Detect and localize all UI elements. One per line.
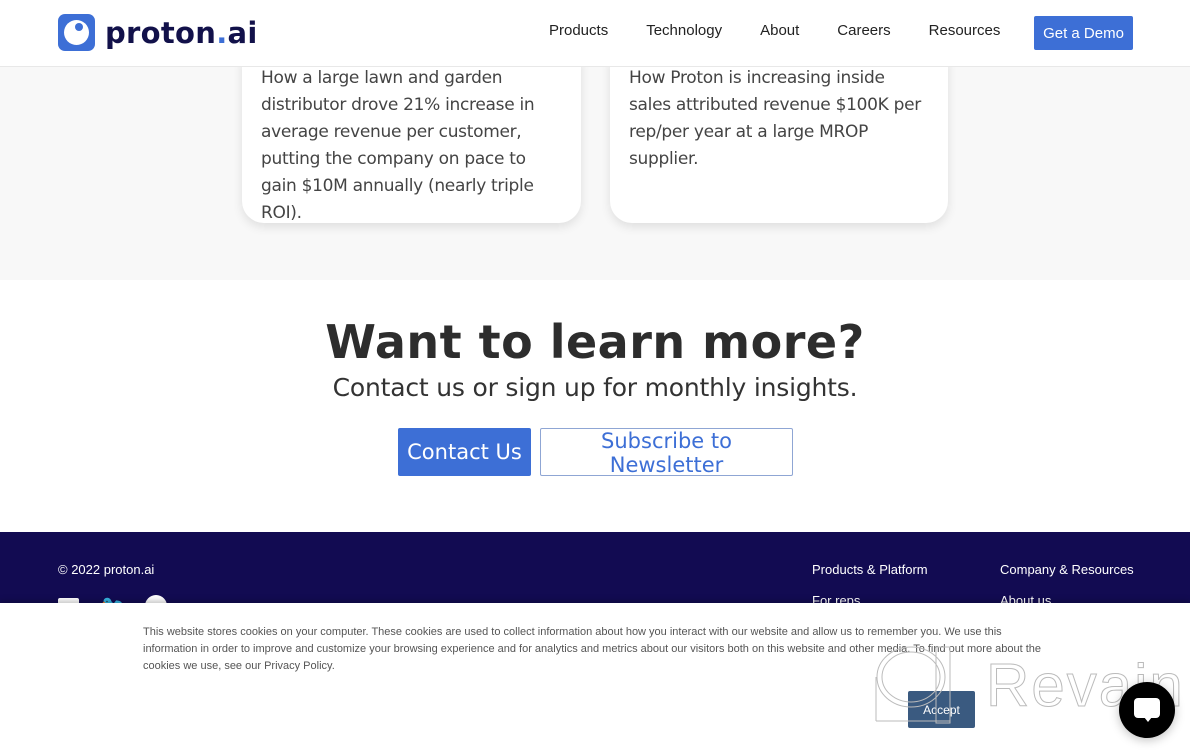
nav-resources[interactable]: Resources bbox=[929, 22, 1001, 39]
chat-launcher-button[interactable] bbox=[1119, 682, 1175, 738]
logo[interactable]: proton.ai bbox=[58, 14, 258, 51]
contact-us-button[interactable]: Contact Us bbox=[398, 428, 531, 476]
nav-about[interactable]: About bbox=[760, 22, 799, 39]
footer-heading: Products & Platform bbox=[812, 562, 928, 577]
case-study-text: How a large lawn and garden distributor … bbox=[261, 68, 535, 223]
main-nav: Products Technology About Careers Resour… bbox=[549, 22, 1038, 39]
get-demo-button[interactable]: Get a Demo bbox=[1034, 16, 1133, 50]
cookie-text: This website stores cookies on your comp… bbox=[143, 626, 1041, 672]
nav-products[interactable]: Products bbox=[549, 22, 608, 39]
nav-technology[interactable]: Technology bbox=[646, 22, 722, 39]
footer-column-company: Company & Resources About us bbox=[1000, 562, 1134, 608]
proton-logo-icon bbox=[58, 14, 95, 51]
site-header: proton.ai Products Technology About Care… bbox=[0, 0, 1190, 67]
accept-cookies-button[interactable]: Accept bbox=[908, 691, 975, 728]
subscribe-newsletter-button[interactable]: Subscribe to Newsletter bbox=[540, 428, 793, 477]
footer-heading: Company & Resources bbox=[1000, 562, 1134, 577]
cta-section: Want to learn more? Contact us or sign u… bbox=[0, 280, 1190, 532]
case-studies-section: How a large lawn and garden distributor … bbox=[0, 57, 1190, 280]
cta-subtitle: Contact us or sign up for monthly insigh… bbox=[332, 373, 858, 402]
case-study-card[interactable]: How a large lawn and garden distributor … bbox=[242, 57, 581, 223]
chat-bubble-icon bbox=[1134, 698, 1160, 718]
footer-column-products: Products & Platform For reps bbox=[812, 562, 928, 608]
nav-careers[interactable]: Careers bbox=[837, 22, 890, 39]
copyright: © 2022 proton.ai bbox=[58, 562, 155, 577]
case-study-text: How Proton is increasing inside sales at… bbox=[629, 68, 921, 169]
cta-title: Want to learn more? bbox=[325, 315, 865, 369]
logo-text: proton.ai bbox=[105, 15, 258, 50]
case-study-card[interactable]: How Proton is increasing inside sales at… bbox=[610, 57, 948, 223]
cookie-banner: This website stores cookies on your comp… bbox=[0, 603, 1190, 753]
